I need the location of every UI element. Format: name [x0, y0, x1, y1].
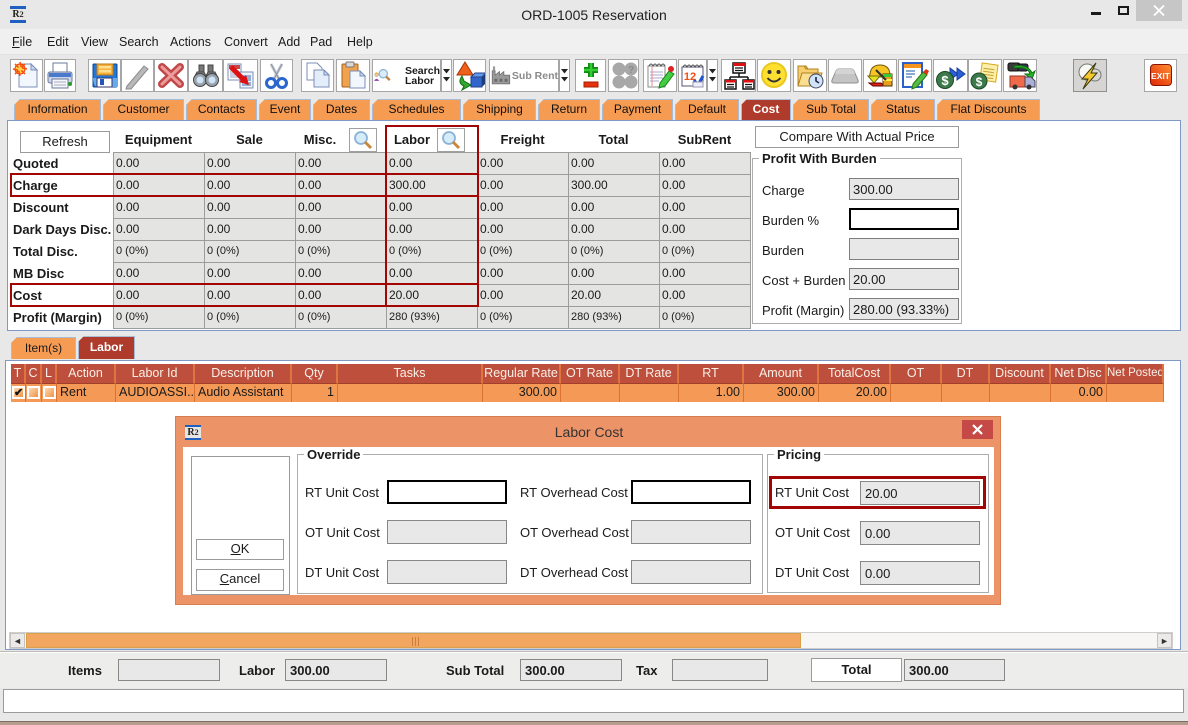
- svg-text:?: ?: [628, 65, 634, 76]
- svg-text:$: $: [941, 73, 949, 88]
- svg-text:$: $: [976, 75, 983, 89]
